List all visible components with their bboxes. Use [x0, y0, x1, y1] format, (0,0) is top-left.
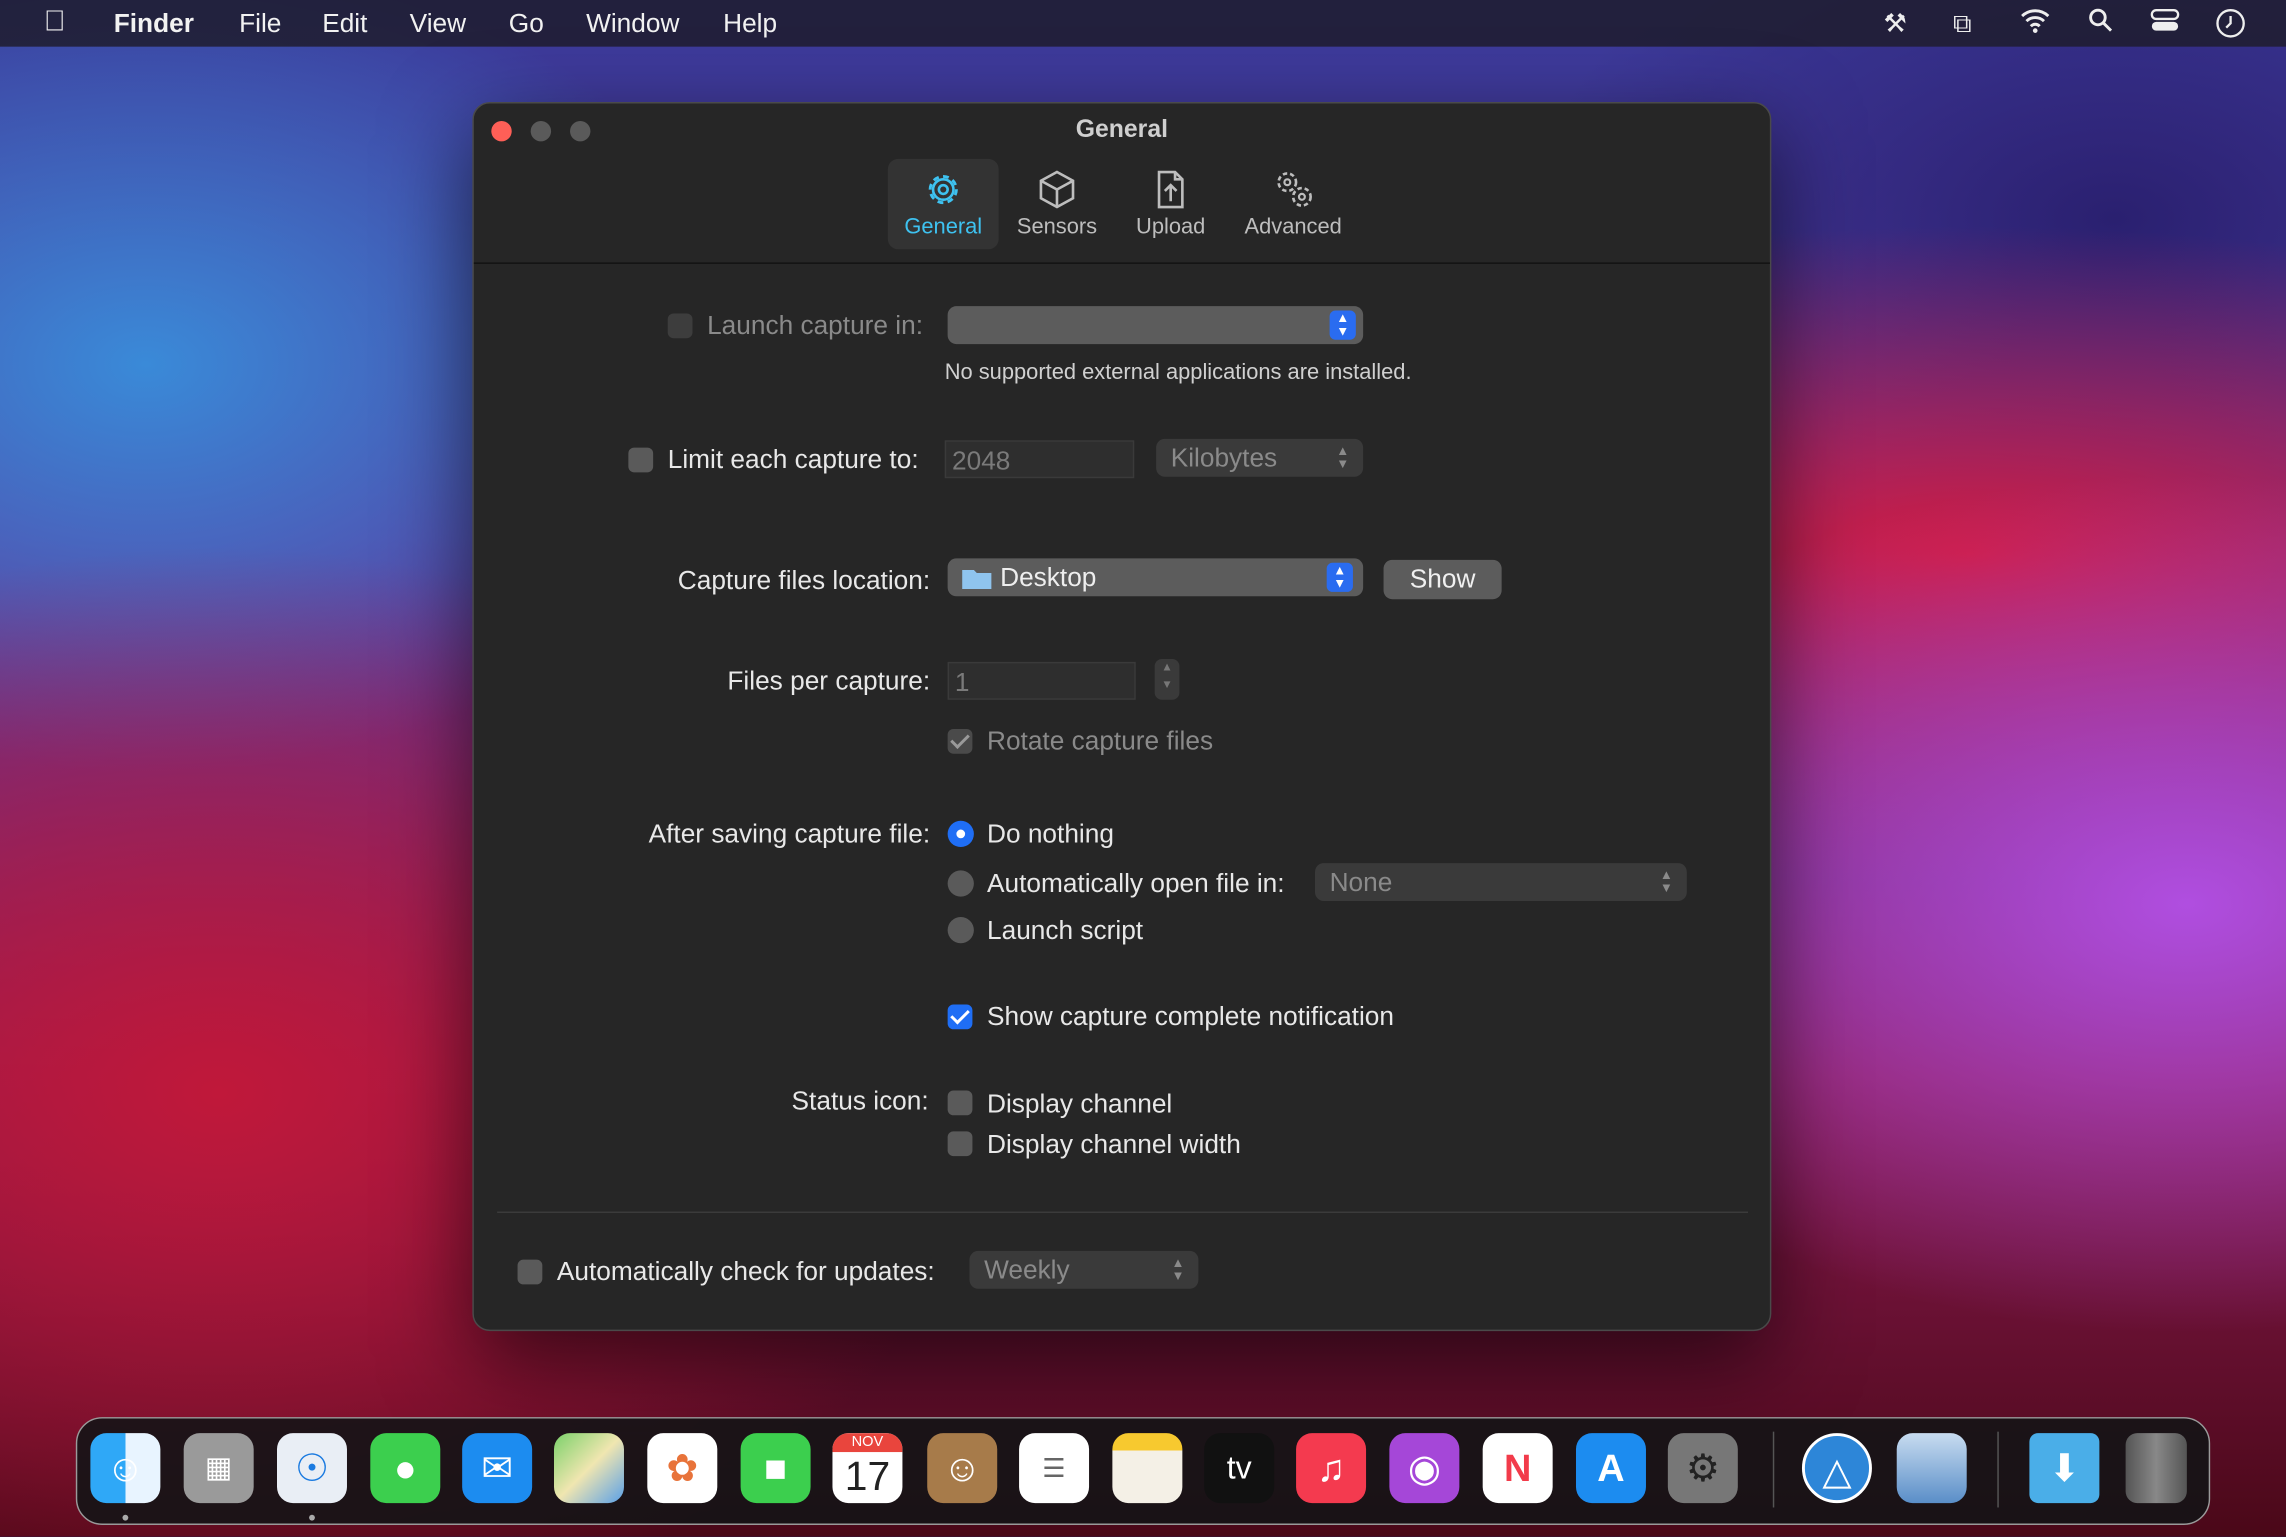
- menu-view[interactable]: View: [410, 9, 466, 40]
- menu-bar:  Finder File Edit View Go Window Help ⚒…: [0, 0, 2286, 47]
- dock-app-store-icon[interactable]: A: [1575, 1433, 1646, 1504]
- screen-mirroring-icon[interactable]: ⧉: [1945, 7, 1980, 39]
- auto-update-checkbox[interactable]: [517, 1259, 543, 1285]
- dock-news-icon[interactable]: N: [1482, 1433, 1553, 1504]
- tab-general[interactable]: General: [887, 158, 999, 250]
- divider: [497, 1211, 1749, 1213]
- upload-document-icon: [1157, 170, 1184, 209]
- dock-podcasts-icon[interactable]: ◉: [1389, 1433, 1460, 1504]
- location-label: Capture files location:: [677, 565, 931, 595]
- files-per-capture-label: Files per capture:: [727, 666, 931, 696]
- rotate-files-checkbox[interactable]: [947, 728, 973, 754]
- dock-notes-icon[interactable]: [1112, 1433, 1183, 1504]
- show-button[interactable]: Show: [1383, 559, 1502, 600]
- tab-sensors[interactable]: Sensors: [1002, 159, 1113, 249]
- menu-finder[interactable]: Finder: [114, 9, 194, 40]
- chevron-updown-icon: ▲ ▼: [1171, 1255, 1185, 1283]
- tools-icon[interactable]: ⚒: [1878, 7, 1913, 39]
- launch-capture-checkbox[interactable]: [667, 313, 693, 339]
- calendar-day: 17: [844, 1453, 891, 1499]
- apple-logo-icon[interactable]: : [44, 6, 66, 40]
- radio-do-nothing[interactable]: [947, 820, 974, 848]
- clock-icon[interactable]: [2213, 7, 2248, 39]
- radio-launch-script-label: Launch script: [986, 915, 1144, 945]
- radio-auto-open[interactable]: [947, 870, 974, 897]
- dock-maps-icon[interactable]: [554, 1433, 624, 1504]
- dock-downloads-folder-icon[interactable]: ⬇: [2029, 1433, 2100, 1504]
- dock-finder-icon[interactable]: ☺: [90, 1433, 161, 1504]
- tab-label: Upload: [1136, 214, 1206, 240]
- menu-help[interactable]: Help: [723, 9, 777, 40]
- dock-photos-icon[interactable]: ✿: [647, 1433, 718, 1504]
- cube-icon: [1039, 170, 1075, 209]
- notification-checkbox[interactable]: [947, 1004, 973, 1030]
- files-per-capture-stepper[interactable]: ▲ ▼: [1154, 658, 1180, 700]
- radio-do-nothing-label: Do nothing: [986, 819, 1114, 849]
- search-icon[interactable]: [2083, 7, 2118, 39]
- chevron-updown-icon: ▲ ▼: [1336, 443, 1350, 471]
- tab-upload[interactable]: Upload: [1115, 159, 1226, 249]
- chevron-updown-icon: ▲ ▼: [1326, 562, 1353, 592]
- wifi-icon[interactable]: [2018, 7, 2053, 39]
- chevron-updown-icon: ▲ ▼: [1329, 310, 1356, 340]
- dock-messages-icon[interactable]: ●: [370, 1433, 441, 1504]
- notification-label: Show capture complete notification: [986, 1001, 1395, 1031]
- gear-icon: [928, 174, 958, 205]
- menu-edit[interactable]: Edit: [322, 9, 367, 40]
- radio-launch-script[interactable]: [947, 917, 974, 944]
- dock-preview-icon[interactable]: [1896, 1433, 1967, 1504]
- tv-label: tv: [1226, 1449, 1252, 1486]
- gears-icon: [1277, 172, 1312, 207]
- launch-capture-note: No supported external applications are i…: [944, 360, 1412, 385]
- dock-mail-icon[interactable]: ✉: [462, 1433, 533, 1504]
- dock-apple-tv-icon[interactable]: tv: [1204, 1433, 1275, 1504]
- dock-separator: [1997, 1431, 1999, 1508]
- desktop:  Finder File Edit View Go Window Help ⚒…: [0, 0, 2286, 1537]
- tab-advanced[interactable]: Advanced: [1238, 159, 1349, 249]
- menu-window[interactable]: Window: [586, 9, 679, 40]
- menu-go[interactable]: Go: [509, 9, 544, 40]
- launch-capture-label: Launch capture in:: [707, 310, 924, 340]
- calendar-month: NOV: [832, 1433, 903, 1453]
- tab-label: Sensors: [1016, 214, 1098, 240]
- dock-wifi-explorer-icon[interactable]: △: [1801, 1433, 1872, 1504]
- dock-calendar-icon[interactable]: NOV 17: [832, 1433, 903, 1504]
- auto-open-app-popup[interactable]: None: [1315, 863, 1687, 901]
- files-per-capture-field[interactable]: 1: [947, 661, 1136, 700]
- running-indicator: [122, 1514, 129, 1521]
- dock-reminders-icon[interactable]: ☰: [1019, 1433, 1090, 1504]
- folder-icon: [962, 570, 992, 589]
- launch-capture-popup[interactable]: [947, 306, 1364, 345]
- status-icon-label: Status icon:: [791, 1086, 929, 1116]
- window-title: General: [1075, 115, 1169, 143]
- dock-separator: [1772, 1431, 1775, 1508]
- menu-file[interactable]: File: [239, 9, 281, 40]
- dock-facetime-icon[interactable]: ■: [740, 1433, 811, 1504]
- running-indicator: [309, 1514, 315, 1521]
- preferences-window: General General Sensors Upload Advanced …: [472, 102, 1772, 1332]
- display-channel-label: Display channel: [986, 1089, 1173, 1119]
- dock-contacts-icon[interactable]: ☺: [927, 1433, 998, 1504]
- dock-music-icon[interactable]: ♫: [1296, 1433, 1367, 1504]
- display-channel-width-checkbox[interactable]: [947, 1131, 973, 1157]
- tab-label: General: [904, 214, 983, 240]
- display-channel-checkbox[interactable]: [947, 1090, 973, 1116]
- location-popup[interactable]: Desktop: [947, 558, 1364, 597]
- dock-system-preferences-icon[interactable]: ⚙: [1667, 1433, 1738, 1504]
- tab-label: Advanced: [1244, 214, 1342, 240]
- limit-capture-label: Limit each capture to:: [667, 444, 919, 474]
- auto-update-label: Automatically check for updates:: [556, 1256, 935, 1286]
- toolbar-divider: [473, 262, 1770, 264]
- limit-capture-checkbox[interactable]: [628, 447, 654, 473]
- radio-auto-open-label: Automatically open file in:: [986, 868, 1285, 899]
- dock-trash-icon[interactable]: [2125, 1433, 2187, 1504]
- rotate-files-label: Rotate capture files: [986, 726, 1214, 756]
- after-saving-label: After saving capture file:: [648, 819, 931, 849]
- chevron-updown-icon: ▲ ▼: [1659, 867, 1673, 896]
- display-channel-width-label: Display channel width: [986, 1129, 1241, 1160]
- control-center-icon[interactable]: [2147, 7, 2182, 39]
- limit-size-field[interactable]: 2048: [944, 440, 1135, 479]
- dock-safari-icon[interactable]: ☉: [277, 1433, 347, 1504]
- dock-launchpad-icon[interactable]: ▦: [183, 1433, 254, 1504]
